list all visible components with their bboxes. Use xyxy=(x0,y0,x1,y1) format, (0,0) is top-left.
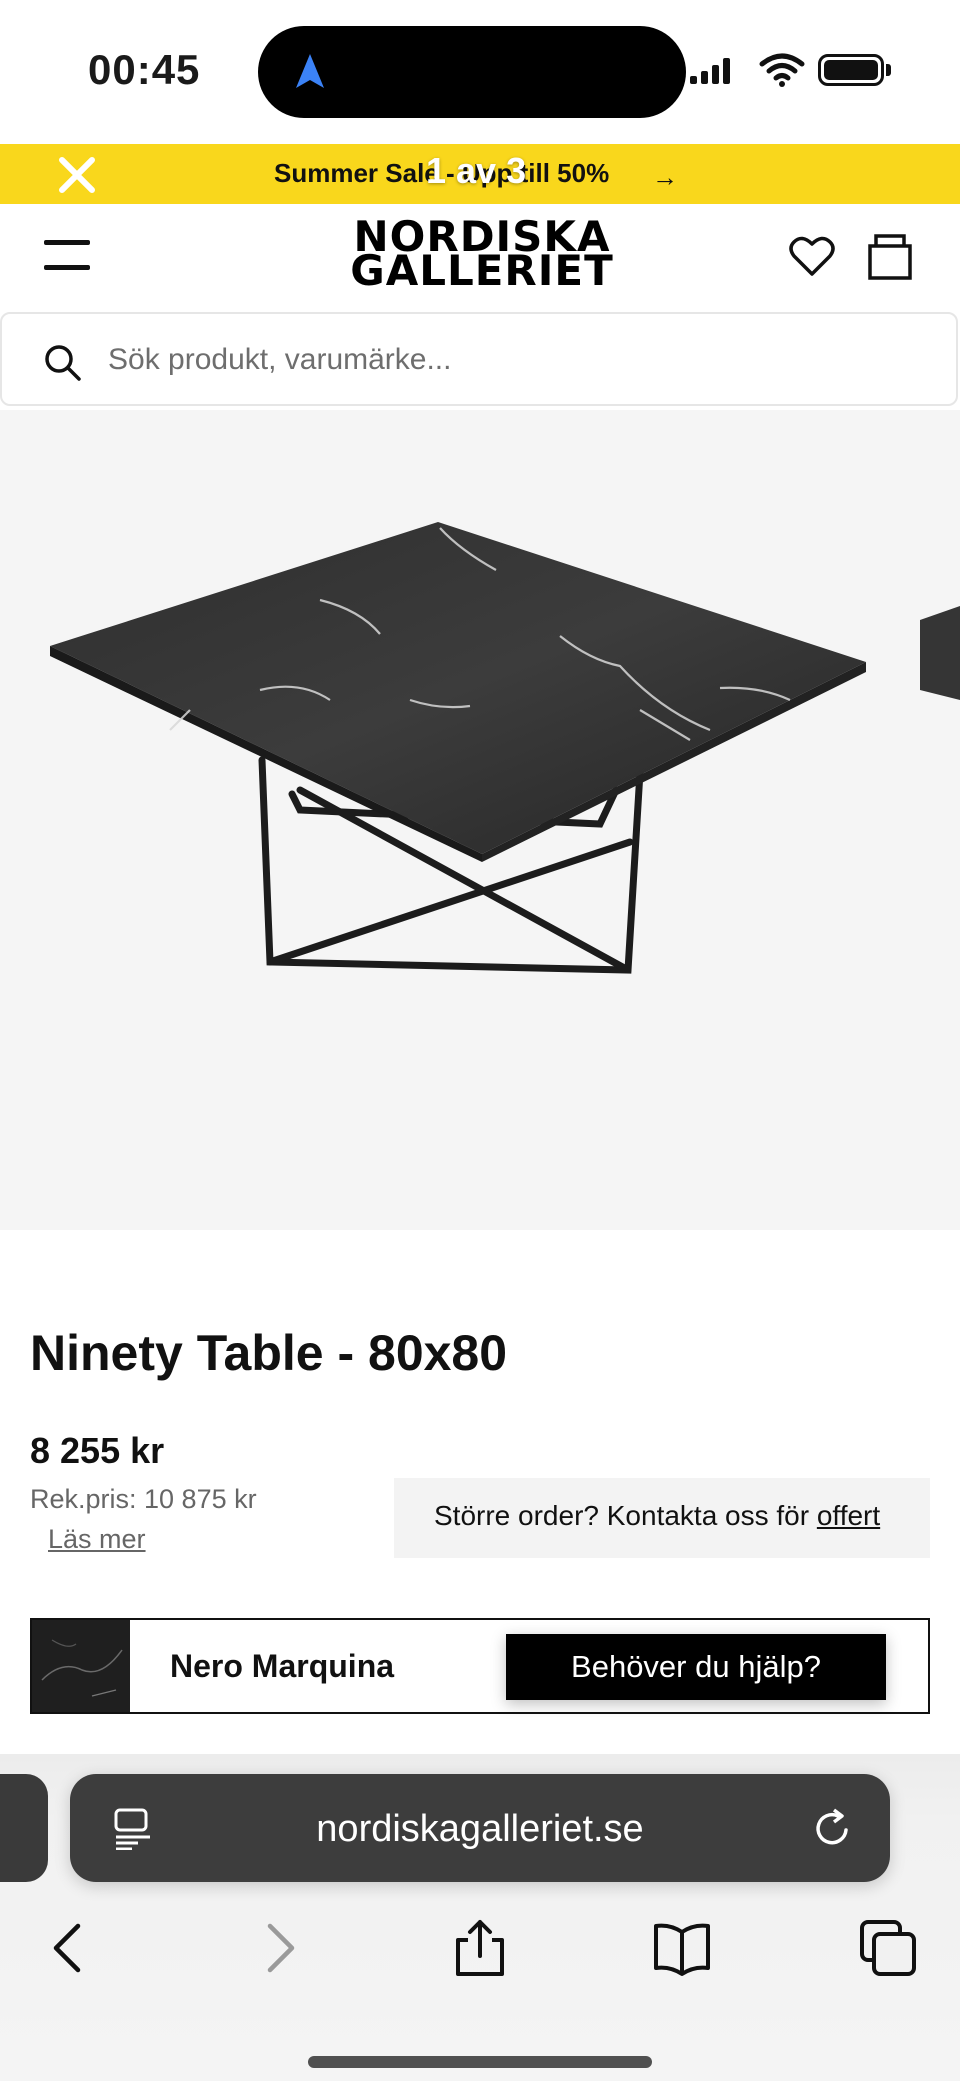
battery-cap xyxy=(886,64,891,76)
tabs-icon[interactable] xyxy=(858,1918,918,1978)
cellular-signal-icon xyxy=(690,56,730,84)
bulk-order-prefix: Större order? Kontakta oss för xyxy=(434,1500,817,1531)
bulk-order-box: Större order? Kontakta oss för offert xyxy=(394,1478,930,1558)
search-input[interactable] xyxy=(108,336,868,384)
wifi-icon xyxy=(759,53,805,87)
site-header: NORDISKA GALLERIET xyxy=(0,204,960,308)
reload-icon[interactable] xyxy=(812,1808,854,1850)
search-bar[interactable] xyxy=(0,312,958,406)
promo-counter: 1 av 3 xyxy=(426,150,527,191)
arrow-right-icon: → xyxy=(652,162,678,192)
close-icon[interactable] xyxy=(54,152,100,198)
variant-name: Nero Marquina xyxy=(170,1648,395,1684)
promo-banner[interactable]: Summer Sale - Upp till 50% → 1 av 3 xyxy=(0,144,960,204)
browser-toolbar xyxy=(0,1904,960,1994)
recommended-price: Rek.pris: 10 875 kr xyxy=(30,1484,257,1514)
product-image-gallery[interactable] xyxy=(0,410,960,1230)
bag-icon[interactable] xyxy=(866,232,914,280)
status-time: 00:45 xyxy=(88,46,201,93)
site-logo[interactable]: NORDISKA GALLERIET xyxy=(332,216,632,295)
search-icon xyxy=(45,345,81,381)
dynamic-island xyxy=(258,26,686,118)
browser-chrome: nordiskagalleriet.se xyxy=(0,1754,960,2081)
marble-swatch xyxy=(32,1620,130,1712)
location-arrow-icon xyxy=(296,54,324,88)
variant-selector[interactable]: Nero Marquina Behöver du hjälp? xyxy=(30,1618,930,1714)
heart-icon[interactable] xyxy=(788,234,836,278)
logo-line-2: GALLERIET xyxy=(350,246,614,295)
product-price: 8 255 kr xyxy=(30,1430,165,1471)
previous-tab-peek[interactable] xyxy=(0,1774,48,1882)
battery-icon xyxy=(818,54,884,86)
offer-link[interactable]: offert xyxy=(817,1500,880,1531)
address-bar[interactable]: nordiskagalleriet.se xyxy=(70,1774,890,1882)
back-icon[interactable] xyxy=(40,1918,100,1978)
help-button[interactable]: Behöver du hjälp? xyxy=(506,1634,886,1700)
product-image xyxy=(50,522,960,974)
read-more-link[interactable]: Läs mer xyxy=(48,1524,146,1555)
status-bar: 00:45 xyxy=(0,0,960,140)
bookmarks-icon[interactable] xyxy=(652,1918,712,1978)
product-title: Ninety Table - 80x80 xyxy=(30,1325,508,1381)
share-icon[interactable] xyxy=(450,1918,510,1978)
hamburger-icon[interactable] xyxy=(44,240,90,270)
home-indicator xyxy=(308,2056,652,2068)
forward-icon[interactable] xyxy=(248,1918,308,1978)
url-text[interactable]: nordiskagalleriet.se xyxy=(70,1808,890,1851)
bulk-order-text: Större order? Kontakta oss för offert xyxy=(434,1500,880,1532)
